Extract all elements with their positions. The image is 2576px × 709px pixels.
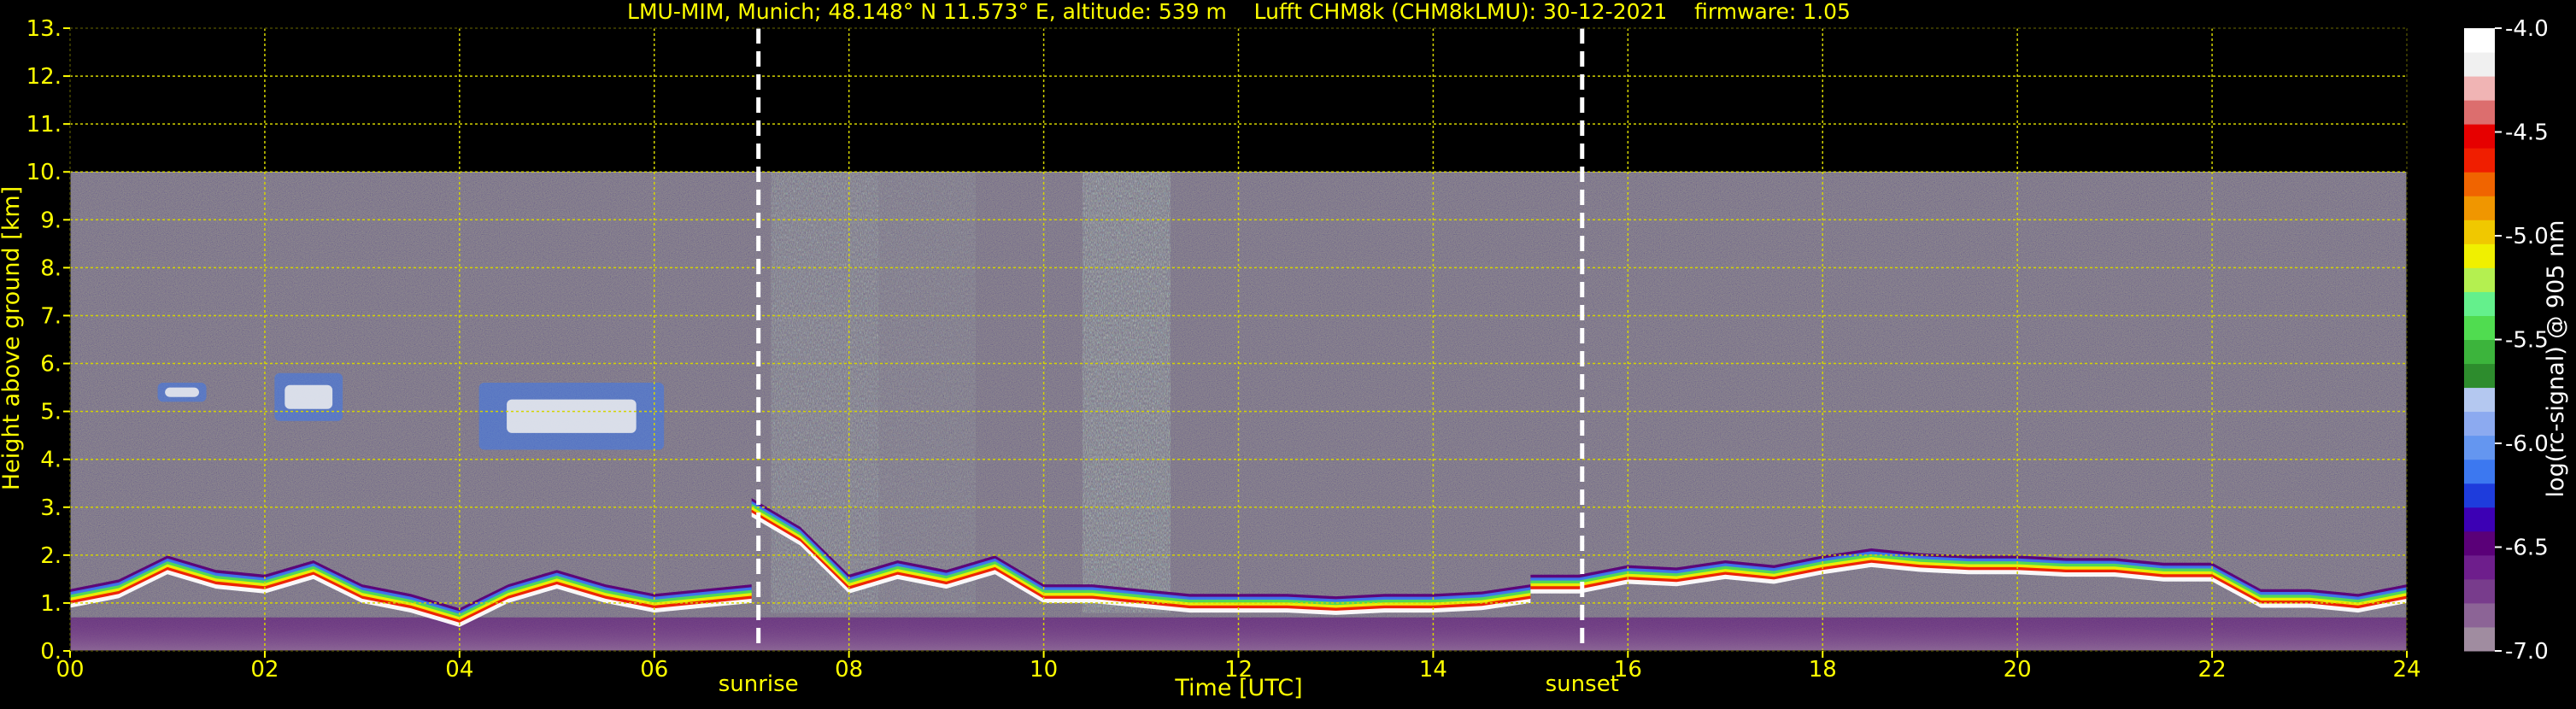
colorbar-segment [2464,363,2495,389]
colorbar-segment [2464,291,2495,316]
elevated-cloud-core [285,384,333,409]
y-tick-label: 0. [40,639,62,665]
aerosol-plume [1083,172,1171,613]
colorbar-tick-label: -4.5 [2505,120,2549,146]
y-tick-label: 11. [26,112,62,138]
colorbar-segment [2464,387,2495,413]
y-tick-label: 10. [26,160,62,185]
colorbar-label: log(rc-signal) @ 905 nm [2543,220,2569,498]
colorbar-segment [2464,124,2495,149]
colorbar-segment [2464,243,2495,268]
y-tick-label: 12. [26,64,62,90]
colorbar-segment [2464,28,2495,53]
chart-svg: sunrise sunset 00 02 04 06 08 10 12 14 16 18 20 22 24… [0,0,2569,701]
chart-title: LMU-MIM, Munich; 48.148° N 11.573° E, al… [627,0,1851,24]
x-tick-label: 20 [2004,657,2032,683]
colorbar-segment [2464,315,2495,340]
x-tick-label: 08 [835,657,863,683]
colorbar-segment [2464,530,2495,556]
colorbar-segment [2464,602,2495,628]
colorbar-segment [2464,554,2495,580]
marker-label: sunset [1546,671,1619,697]
y-axis-label: Height above ground [km] [0,186,25,490]
x-tick-label: 22 [2198,657,2227,683]
colorbar: -4.0-4.5-5.0-5.5-6.0-6.5-7.0 [2464,16,2549,665]
y-tick-label: 3. [40,495,62,521]
x-tick-label: 02 [250,657,279,683]
colorbar-segment [2464,507,2495,532]
y-tick-label: 13. [26,16,62,42]
colorbar-segment [2464,626,2495,652]
elevated-cloud-core [165,387,199,397]
x-axis-label: Time [UTC] [1174,675,1302,701]
y-tick-label: 1. [40,591,62,617]
colorbar-tick-label: -6.5 [2505,536,2549,561]
y-tick-label: 6. [40,352,62,378]
colorbar-tick-label: -7.0 [2505,639,2549,665]
y-tick-label: 5. [40,400,62,425]
elevated-cloud-core [507,399,637,433]
y-tick-label: 9. [40,208,62,233]
colorbar-segment [2464,483,2495,508]
x-tick-label: 10 [1030,657,1058,683]
colorbar-segment [2464,267,2495,292]
y-tick-label: 7. [40,303,62,329]
x-tick-label: 14 [1419,657,1447,683]
colorbar-segment [2464,339,2495,365]
colorbar-segment [2464,459,2495,484]
colorbar-tick-label: -4.0 [2505,16,2549,42]
colorbar-segment [2464,220,2495,244]
y-tick-label: 4. [40,448,62,473]
x-tick-label: 06 [640,657,668,683]
colorbar-segment [2464,411,2495,437]
x-tick-label: 04 [445,657,473,683]
colorbar-segment [2464,196,2495,220]
y-tick-label: 2. [40,543,62,569]
y-tick-label: 8. [40,255,62,281]
colorbar-segment [2464,578,2495,604]
colorbar-segment [2464,52,2495,77]
aerosol-plume [771,172,878,613]
colorbar-segment [2464,435,2495,460]
marker-label: sunrise [719,671,799,697]
colorbar-segment [2464,172,2495,196]
colorbar-segment [2464,100,2495,125]
colorbar-segment [2464,76,2495,101]
ceilometer-plot: sunrise sunset 00 02 04 06 08 10 12 14 16 18 20 22 24… [0,0,2576,706]
x-tick-label: 16 [1614,657,1642,683]
aerosol-plume [877,172,976,613]
x-tick-label: 18 [1809,657,1837,683]
x-tick-label: 24 [2392,657,2421,683]
colorbar-segment [2464,148,2495,173]
